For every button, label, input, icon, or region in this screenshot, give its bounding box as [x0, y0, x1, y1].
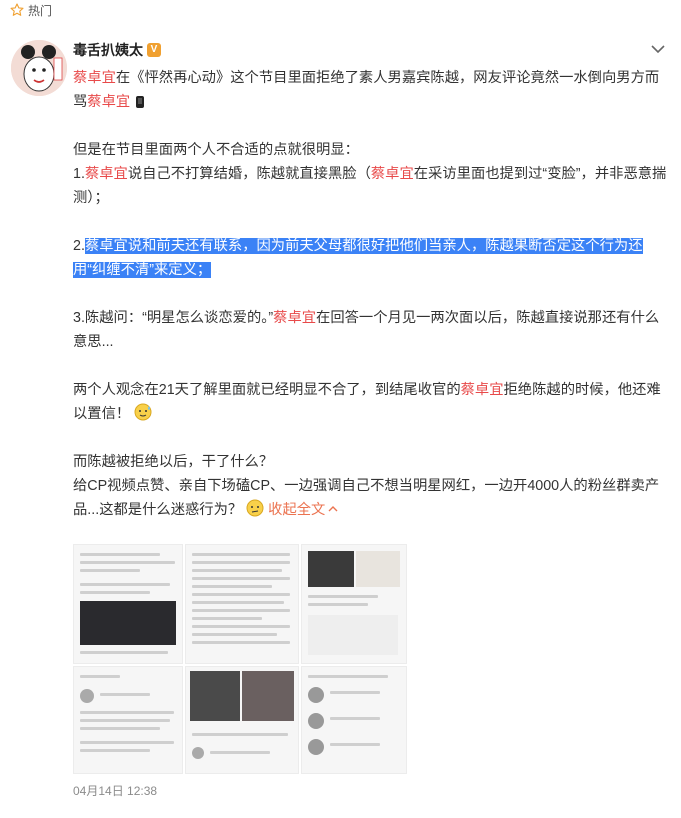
post-paragraph — [73, 210, 668, 234]
collapse-text-link[interactable]: 收起全文 — [264, 502, 338, 518]
chevron-down-icon[interactable] — [651, 44, 665, 54]
post-paragraph: 而陈越被拒绝以后，干了什么？ — [73, 450, 668, 474]
text-segment: 给CP视频点赞、亲自下场磕CP、一边强调自己不想当明星网红，一边开4000人的粉… — [73, 478, 660, 518]
post-paragraph — [73, 354, 668, 378]
keyword-link[interactable]: 蔡卓宜 — [73, 70, 116, 86]
text-segment: 说自己不打算结婚，陈越就直接黑脸（ — [127, 166, 371, 182]
avatar[interactable] — [11, 40, 67, 96]
collapse-label: 收起全文 — [264, 502, 326, 518]
post-paragraph — [73, 426, 668, 450]
text-segment: 1. — [73, 166, 85, 182]
confused-emoji-icon — [246, 499, 264, 517]
post-paragraph — [73, 114, 668, 138]
text-segment: 但是在节目里面两个人不合适的点就很明显： — [73, 142, 359, 158]
post-paragraph: 3.陈越问：“明星怎么谈恋爱的。”蔡卓宜在回答一个月见一两次面以后，陈越直接说那… — [73, 306, 668, 354]
sweat-emoji-icon — [134, 403, 152, 421]
post-paragraph: 1.蔡卓宜说自己不打算结婚，陈越就直接黑脸（蔡卓宜在采访里面也提到过“变脸”，并… — [73, 162, 668, 210]
post-paragraph: 但是在节目里面两个人不合适的点就很明显： — [73, 138, 668, 162]
image-thumbnail-3[interactable] — [301, 544, 407, 664]
phone-emoji-icon — [136, 96, 145, 108]
post-paragraph — [73, 282, 668, 306]
image-thumbnail-4[interactable] — [73, 666, 183, 774]
hot-header: 热门 — [0, 0, 681, 20]
text-segment: 两个人观念在21天了解里面就已经明显不合了，到结尾收官的 — [73, 382, 461, 398]
collapse-up-icon — [328, 506, 338, 512]
text-segment: 2. — [73, 238, 85, 254]
image-thumbnail-6[interactable] — [301, 666, 407, 774]
image-thumbnail-5[interactable] — [185, 666, 299, 774]
keyword-link[interactable]: 蔡卓宜 — [371, 166, 414, 182]
highlighted-text: 蔡卓宜说和前夫还有联系，因为前夫父母都很好把他们当亲人，陈越果断否定这个行为还用… — [73, 238, 643, 278]
post-paragraph: 给CP视频点赞、亲自下场磕CP、一边强调自己不想当明星网红，一边开4000人的粉… — [73, 474, 668, 522]
image-thumbnail-1[interactable] — [73, 544, 183, 664]
text-segment: 而陈越被拒绝以后，干了什么？ — [73, 454, 274, 470]
hot-label: 热门 — [28, 3, 53, 18]
keyword-link[interactable]: 蔡卓宜 — [87, 94, 130, 110]
keyword-link[interactable]: 蔡卓宜 — [85, 166, 128, 182]
post-paragraph: 2.蔡卓宜说和前夫还有联系，因为前夫父母都很好把他们当亲人，陈越果断否定这个行为… — [73, 234, 668, 282]
keyword-link[interactable]: 蔡卓宜 — [461, 382, 504, 398]
image-thumbnail-2[interactable] — [185, 544, 299, 664]
post-date[interactable]: 04月14日 12:38 — [73, 782, 157, 799]
avatar-illustration — [11, 40, 67, 96]
author-line: 毒舌扒姨太 V — [73, 40, 161, 60]
post-text: 蔡卓宜在《怦然再心动》这个节目里面拒绝了素人男嘉宾陈越，网友评论竟然一水倒向男方… — [73, 66, 668, 522]
star-icon — [10, 3, 24, 16]
post-paragraph: 两个人观念在21天了解里面就已经明显不合了，到结尾收官的蔡卓宜拒绝陈越的时候，他… — [73, 378, 668, 426]
keyword-link[interactable]: 蔡卓宜 — [273, 310, 316, 326]
text-segment: 3.陈越问：“明星怎么谈恋爱的。” — [73, 310, 274, 326]
verified-badge: V — [147, 43, 161, 57]
text-segment: 在《怦然再心动》这个节目里面拒绝了素人男嘉宾陈越，网友评论竟然一水倒向男方而骂 — [73, 70, 660, 110]
author-name[interactable]: 毒舌扒姨太 — [73, 40, 143, 60]
post-paragraph: 蔡卓宜在《怦然再心动》这个节目里面拒绝了素人男嘉宾陈越，网友评论竟然一水倒向男方… — [73, 66, 668, 114]
